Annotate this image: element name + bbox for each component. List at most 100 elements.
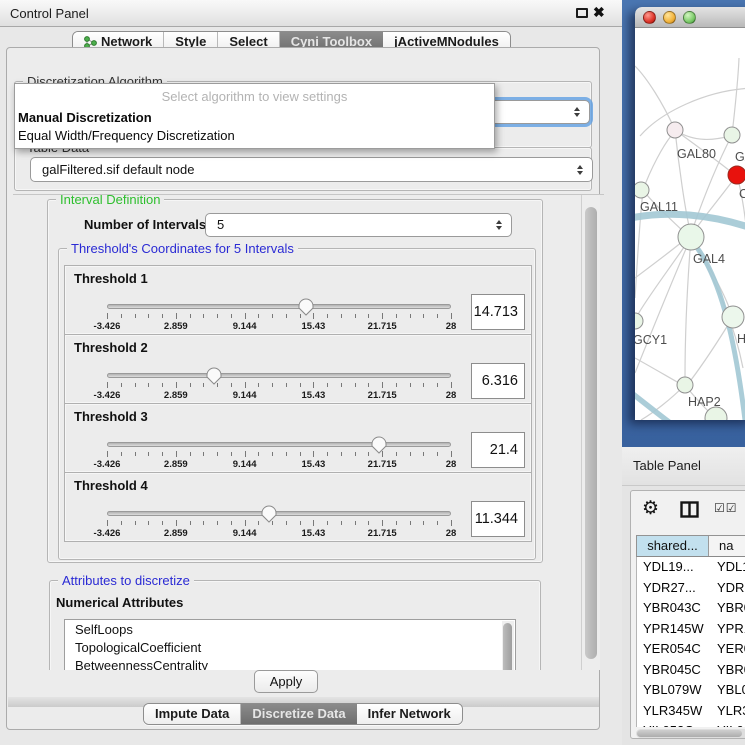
slider-track[interactable] [107,304,451,309]
node-ga[interactable] [724,127,740,143]
tick-mark [121,314,122,318]
list-item[interactable]: TopologicalCoefficient [65,638,515,656]
threshold-value-field[interactable]: 14.713 [471,294,525,330]
vertical-scrollbar[interactable] [581,195,600,670]
table-row[interactable]: YER054CYER0 [637,639,745,660]
tick-mark [286,314,287,318]
table-cell: YDL19... [637,557,710,578]
apply-button[interactable]: Apply [254,670,318,693]
tick-mark [190,314,191,318]
tick-label: 28 [446,528,457,539]
checkbox-icons[interactable]: ☑☑ [714,501,738,515]
network-window-titlebar[interactable] [635,7,745,28]
threshold-slider[interactable]: -3.4262.8599.14415.4321.71528 [107,300,451,334]
interval-definition-group: Interval Definition Number of Intervals … [47,199,543,563]
tick-mark [396,452,397,456]
threshold-slider[interactable]: -3.4262.8599.14415.4321.71528 [107,507,451,541]
slider-thumb[interactable] [260,503,278,529]
close-traffic-icon[interactable] [643,11,656,24]
tick-label: 15.43 [302,528,326,539]
node-gal4[interactable] [678,224,704,250]
column-header-name[interactable]: na [709,536,745,556]
table-row[interactable]: YLR345WYLR3 [637,701,745,722]
popup-item-equal-width[interactable]: Equal Width/Frequency Discretization [18,128,235,143]
tick-mark [327,314,328,318]
table-row[interactable]: YDL19...YDL1 [637,557,745,578]
node-h[interactable] [722,306,744,328]
node-gal11[interactable] [635,182,649,198]
tick-mark [327,452,328,456]
table-cell: YBR043C [637,598,710,619]
slider-thumb[interactable] [297,296,315,322]
slider-thumb[interactable] [205,365,223,391]
tick-mark [162,314,163,318]
tick-mark [410,452,411,456]
tick-mark [341,383,342,387]
threshold-panel-3: Threshold 3 -3.4262.8599.14415.4321.7152… [64,403,532,473]
threshold-value-field[interactable]: 6.316 [471,363,525,399]
table-row[interactable]: YDR27...YDR2 [637,578,745,599]
column-header-shared-name[interactable]: shared... [637,536,709,556]
tick-mark [382,382,383,388]
number-of-intervals-combobox[interactable]: 5 [205,213,512,237]
scrollbar-thumb[interactable] [637,730,742,737]
numerical-attributes-list[interactable]: SelfLoopsTopologicalCoefficientBetweenne… [64,619,516,670]
popup-placeholder: Select algorithm to view settings [15,89,494,104]
slider-thumb[interactable] [370,434,388,460]
tick-mark [190,452,191,456]
close-icon[interactable]: ✖ [593,4,605,21]
tab-infer-network[interactable]: Infer Network [357,704,462,724]
tick-mark [327,521,328,525]
table-cell: YPR1 [710,619,745,640]
table-data-combobox[interactable]: galFiltered.sif default node [30,157,593,182]
tick-mark [107,451,108,457]
threshold-slider[interactable]: -3.4262.8599.14415.4321.71528 [107,438,451,472]
slider-track[interactable] [107,373,451,378]
network-canvas[interactable]: GAL80 GA C GAL11 GAL4 GCY1 H HAP2 [635,28,745,420]
slider-track[interactable] [107,511,451,516]
tab-discretize-data[interactable]: Discretize Data [241,704,356,724]
float-window-icon[interactable] [576,8,588,18]
tick-mark [258,452,259,456]
slider-track[interactable] [107,442,451,447]
table-card: ⚙ ☑☑ shared... na YDL19...YDL1YDR27...YD… [630,490,745,739]
table-row[interactable]: YBR045CYBR0 [637,660,745,681]
table-row[interactable]: YIL052CYIL0 [637,721,745,727]
minimize-traffic-icon[interactable] [663,11,676,24]
list-item[interactable]: BetweennessCentrality [65,656,515,670]
threshold-value-field[interactable]: 21.4 [471,432,525,468]
threshold-slider[interactable]: -3.4262.8599.14415.4321.71528 [107,369,451,403]
panel-title: Control Panel [10,6,89,21]
popup-item-manual-discretization[interactable]: Manual Discretization [18,110,152,125]
table-data-group: Table Data galFiltered.sif default node [14,147,592,191]
tick-mark [410,383,411,387]
threshold-coordinates-group: Threshold's Coordinates for 5 Intervals … [58,248,536,560]
table-row[interactable]: YBR043CYBR0 [637,598,745,619]
control-panel-titlebar [0,0,622,27]
tick-mark [245,520,246,526]
node-gcy1[interactable] [635,313,643,329]
columns-icon[interactable] [680,501,699,518]
tab-impute-data[interactable]: Impute Data [144,704,241,724]
scrollbar-thumb[interactable] [585,207,597,659]
tick-label: -3.426 [94,528,121,539]
tick-mark [162,383,163,387]
tick-mark [396,314,397,318]
tick-mark [176,382,177,388]
node-red[interactable] [728,166,745,184]
tick-label: 21.715 [368,459,397,470]
gear-icon[interactable]: ⚙ [642,497,659,520]
table-row[interactable]: YPR145WYPR1 [637,619,745,640]
tick-mark [203,452,204,456]
network-view-window[interactable]: GAL80 GA C GAL11 GAL4 GCY1 H HAP2 [635,7,745,420]
threshold-value-field[interactable]: 11.344 [471,501,525,537]
node-hap2[interactable] [677,377,693,393]
table-cell: YBL0 [710,680,745,701]
tick-mark [176,520,177,526]
table-row[interactable]: YBL079WYBL0 [637,680,745,701]
node-gal80[interactable] [667,122,683,138]
zoom-traffic-icon[interactable] [683,11,696,24]
horizontal-scrollbar[interactable] [636,729,745,738]
list-scrollbar[interactable] [502,621,514,670]
list-item[interactable]: SelfLoops [65,620,515,638]
